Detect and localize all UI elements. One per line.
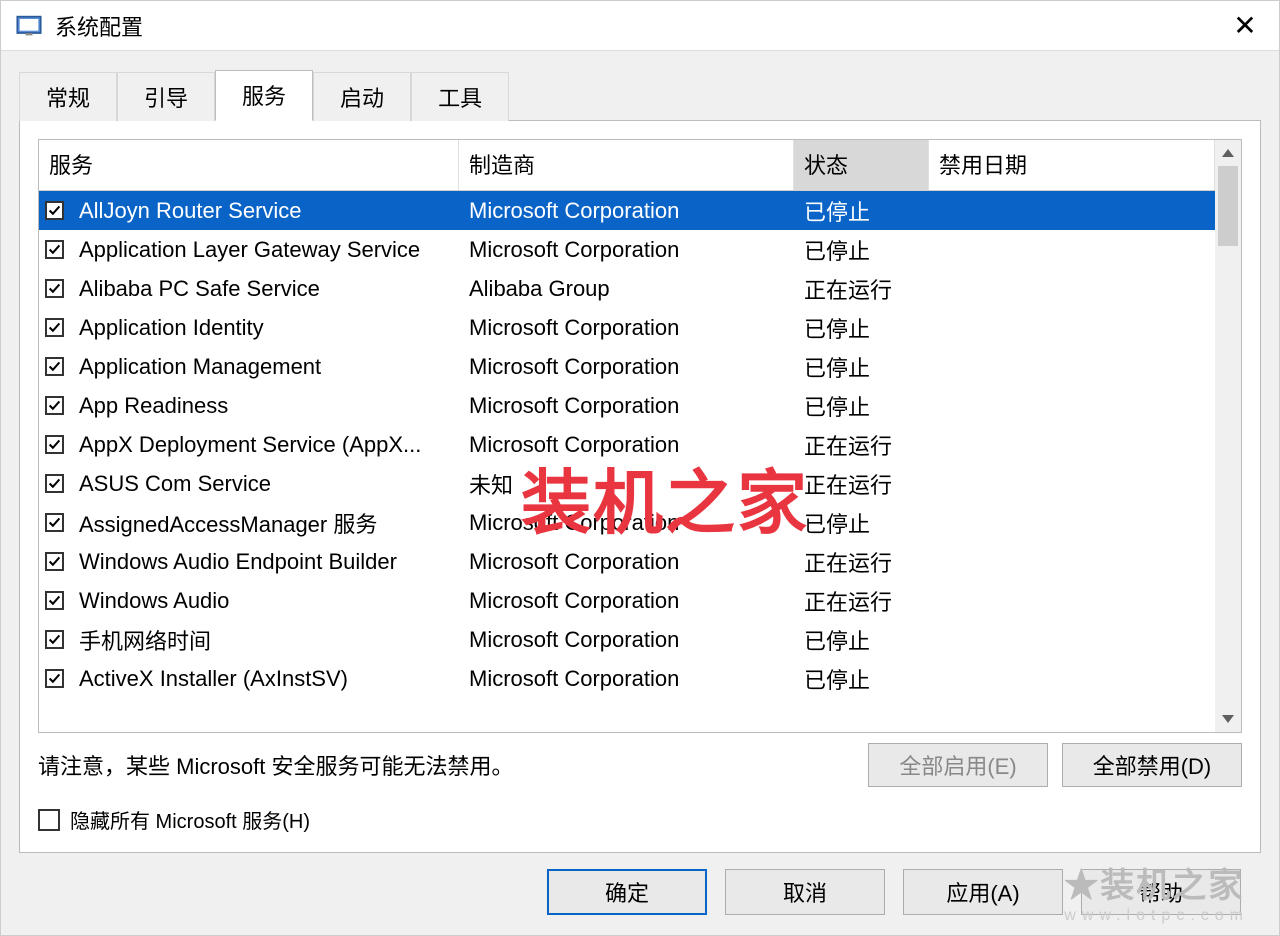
service-checkbox[interactable] xyxy=(39,396,69,415)
dialog-button-row: 确定 取消 应用(A) 帮助 xyxy=(19,853,1261,935)
service-manufacturer: Microsoft Corporation xyxy=(459,354,794,380)
service-status: 正在运行 xyxy=(794,546,929,578)
service-row[interactable]: App ReadinessMicrosoft Corporation已停止 xyxy=(39,386,1215,425)
enable-all-button[interactable]: 全部启用(E) xyxy=(868,743,1048,787)
service-checkbox[interactable] xyxy=(39,435,69,454)
service-status: 正在运行 xyxy=(794,429,929,461)
service-manufacturer: Microsoft Corporation xyxy=(459,588,794,614)
services-list: 服务 制造商 状态 禁用日期 AllJoyn Router ServiceMic… xyxy=(38,139,1242,733)
service-checkbox[interactable] xyxy=(39,669,69,688)
service-row[interactable]: AssignedAccessManager 服务Microsoft Corpor… xyxy=(39,503,1215,542)
col-header-disabled-date[interactable]: 禁用日期 xyxy=(929,140,1215,190)
hide-microsoft-label: 隐藏所有 Microsoft 服务(H) xyxy=(70,805,310,834)
service-row[interactable]: Alibaba PC Safe ServiceAlibaba Group正在运行 xyxy=(39,269,1215,308)
list-header: 服务 制造商 状态 禁用日期 xyxy=(39,140,1215,191)
service-manufacturer: Alibaba Group xyxy=(459,276,794,302)
service-manufacturer: Microsoft Corporation xyxy=(459,237,794,263)
tab-content: 服务 制造商 状态 禁用日期 AllJoyn Router ServiceMic… xyxy=(19,120,1261,853)
service-name: Application Identity xyxy=(69,315,459,341)
service-manufacturer: Microsoft Corporation xyxy=(459,627,794,653)
service-row[interactable]: Windows Audio Endpoint BuilderMicrosoft … xyxy=(39,542,1215,581)
service-status: 已停止 xyxy=(794,234,929,266)
help-button[interactable]: 帮助 xyxy=(1081,869,1241,915)
apply-button[interactable]: 应用(A) xyxy=(903,869,1063,915)
tab-services[interactable]: 服务 xyxy=(215,70,313,121)
service-manufacturer: Microsoft Corporation xyxy=(459,198,794,224)
service-status: 已停止 xyxy=(794,351,929,383)
service-row[interactable]: Application IdentityMicrosoft Corporatio… xyxy=(39,308,1215,347)
tab-startup[interactable]: 启动 xyxy=(313,72,411,121)
service-manufacturer: Microsoft Corporation xyxy=(459,393,794,419)
tab-strip: 常规 引导 服务 启动 工具 xyxy=(19,70,1261,121)
service-checkbox[interactable] xyxy=(39,240,69,259)
service-manufacturer: Microsoft Corporation xyxy=(459,666,794,692)
service-row[interactable]: Application ManagementMicrosoft Corporat… xyxy=(39,347,1215,386)
service-name: AppX Deployment Service (AppX... xyxy=(69,432,459,458)
scroll-thumb[interactable] xyxy=(1218,166,1238,246)
col-header-status[interactable]: 状态 xyxy=(794,140,929,190)
titlebar: 系统配置 ✕ xyxy=(1,1,1279,51)
service-checkbox[interactable] xyxy=(39,630,69,649)
service-row[interactable]: Windows AudioMicrosoft Corporation正在运行 xyxy=(39,581,1215,620)
service-name: Application Management xyxy=(69,354,459,380)
service-manufacturer: Microsoft Corporation xyxy=(459,549,794,575)
service-name: ASUS Com Service xyxy=(69,471,459,497)
service-checkbox[interactable] xyxy=(39,201,69,220)
service-name: Application Layer Gateway Service xyxy=(69,237,459,263)
scrollbar[interactable] xyxy=(1215,140,1241,732)
service-status: 正在运行 xyxy=(794,585,929,617)
service-row[interactable]: 手机网络时间Microsoft Corporation已停止 xyxy=(39,620,1215,659)
tab-general[interactable]: 常规 xyxy=(19,72,117,121)
service-name: 手机网络时间 xyxy=(69,624,459,656)
service-name: Windows Audio xyxy=(69,588,459,614)
service-checkbox[interactable] xyxy=(39,279,69,298)
cancel-button[interactable]: 取消 xyxy=(725,869,885,915)
hide-microsoft-checkbox[interactable] xyxy=(38,809,60,831)
col-header-manufacturer[interactable]: 制造商 xyxy=(459,140,794,190)
service-name: AssignedAccessManager 服务 xyxy=(69,507,459,539)
disable-all-button[interactable]: 全部禁用(D) xyxy=(1062,743,1242,787)
ok-button[interactable]: 确定 xyxy=(547,869,707,915)
service-status: 已停止 xyxy=(794,195,929,227)
service-checkbox[interactable] xyxy=(39,318,69,337)
service-name: Alibaba PC Safe Service xyxy=(69,276,459,302)
service-checkbox[interactable] xyxy=(39,474,69,493)
service-row[interactable]: ASUS Com Service未知正在运行 xyxy=(39,464,1215,503)
service-manufacturer: Microsoft Corporation xyxy=(459,315,794,341)
service-checkbox[interactable] xyxy=(39,513,69,532)
scroll-down-icon[interactable] xyxy=(1215,706,1241,732)
service-name: App Readiness xyxy=(69,393,459,419)
close-icon[interactable]: ✕ xyxy=(1225,9,1265,42)
service-name: Windows Audio Endpoint Builder xyxy=(69,549,459,575)
tab-tools[interactable]: 工具 xyxy=(411,72,509,121)
service-status: 已停止 xyxy=(794,624,929,656)
service-name: ActiveX Installer (AxInstSV) xyxy=(69,666,459,692)
service-checkbox[interactable] xyxy=(39,552,69,571)
service-status: 已停止 xyxy=(794,390,929,422)
service-row[interactable]: AllJoyn Router ServiceMicrosoft Corporat… xyxy=(39,191,1215,230)
note-text: 请注意，某些 Microsoft 安全服务可能无法禁用。 xyxy=(38,749,854,781)
service-status: 正在运行 xyxy=(794,468,929,500)
service-status: 已停止 xyxy=(794,312,929,344)
service-name: AllJoyn Router Service xyxy=(69,198,459,224)
col-header-service[interactable]: 服务 xyxy=(39,140,459,190)
service-status: 已停止 xyxy=(794,507,929,539)
service-row[interactable]: Application Layer Gateway ServiceMicroso… xyxy=(39,230,1215,269)
tab-boot[interactable]: 引导 xyxy=(117,72,215,121)
scroll-up-icon[interactable] xyxy=(1215,140,1241,166)
service-checkbox[interactable] xyxy=(39,357,69,376)
service-row[interactable]: AppX Deployment Service (AppX...Microsof… xyxy=(39,425,1215,464)
service-manufacturer: 未知 xyxy=(459,468,794,500)
service-row[interactable]: ActiveX Installer (AxInstSV)Microsoft Co… xyxy=(39,659,1215,698)
service-manufacturer: Microsoft Corporation xyxy=(459,510,794,536)
service-status: 正在运行 xyxy=(794,273,929,305)
window-title: 系统配置 xyxy=(55,10,1225,42)
service-manufacturer: Microsoft Corporation xyxy=(459,432,794,458)
service-checkbox[interactable] xyxy=(39,591,69,610)
service-status: 已停止 xyxy=(794,663,929,695)
app-icon xyxy=(15,12,43,40)
